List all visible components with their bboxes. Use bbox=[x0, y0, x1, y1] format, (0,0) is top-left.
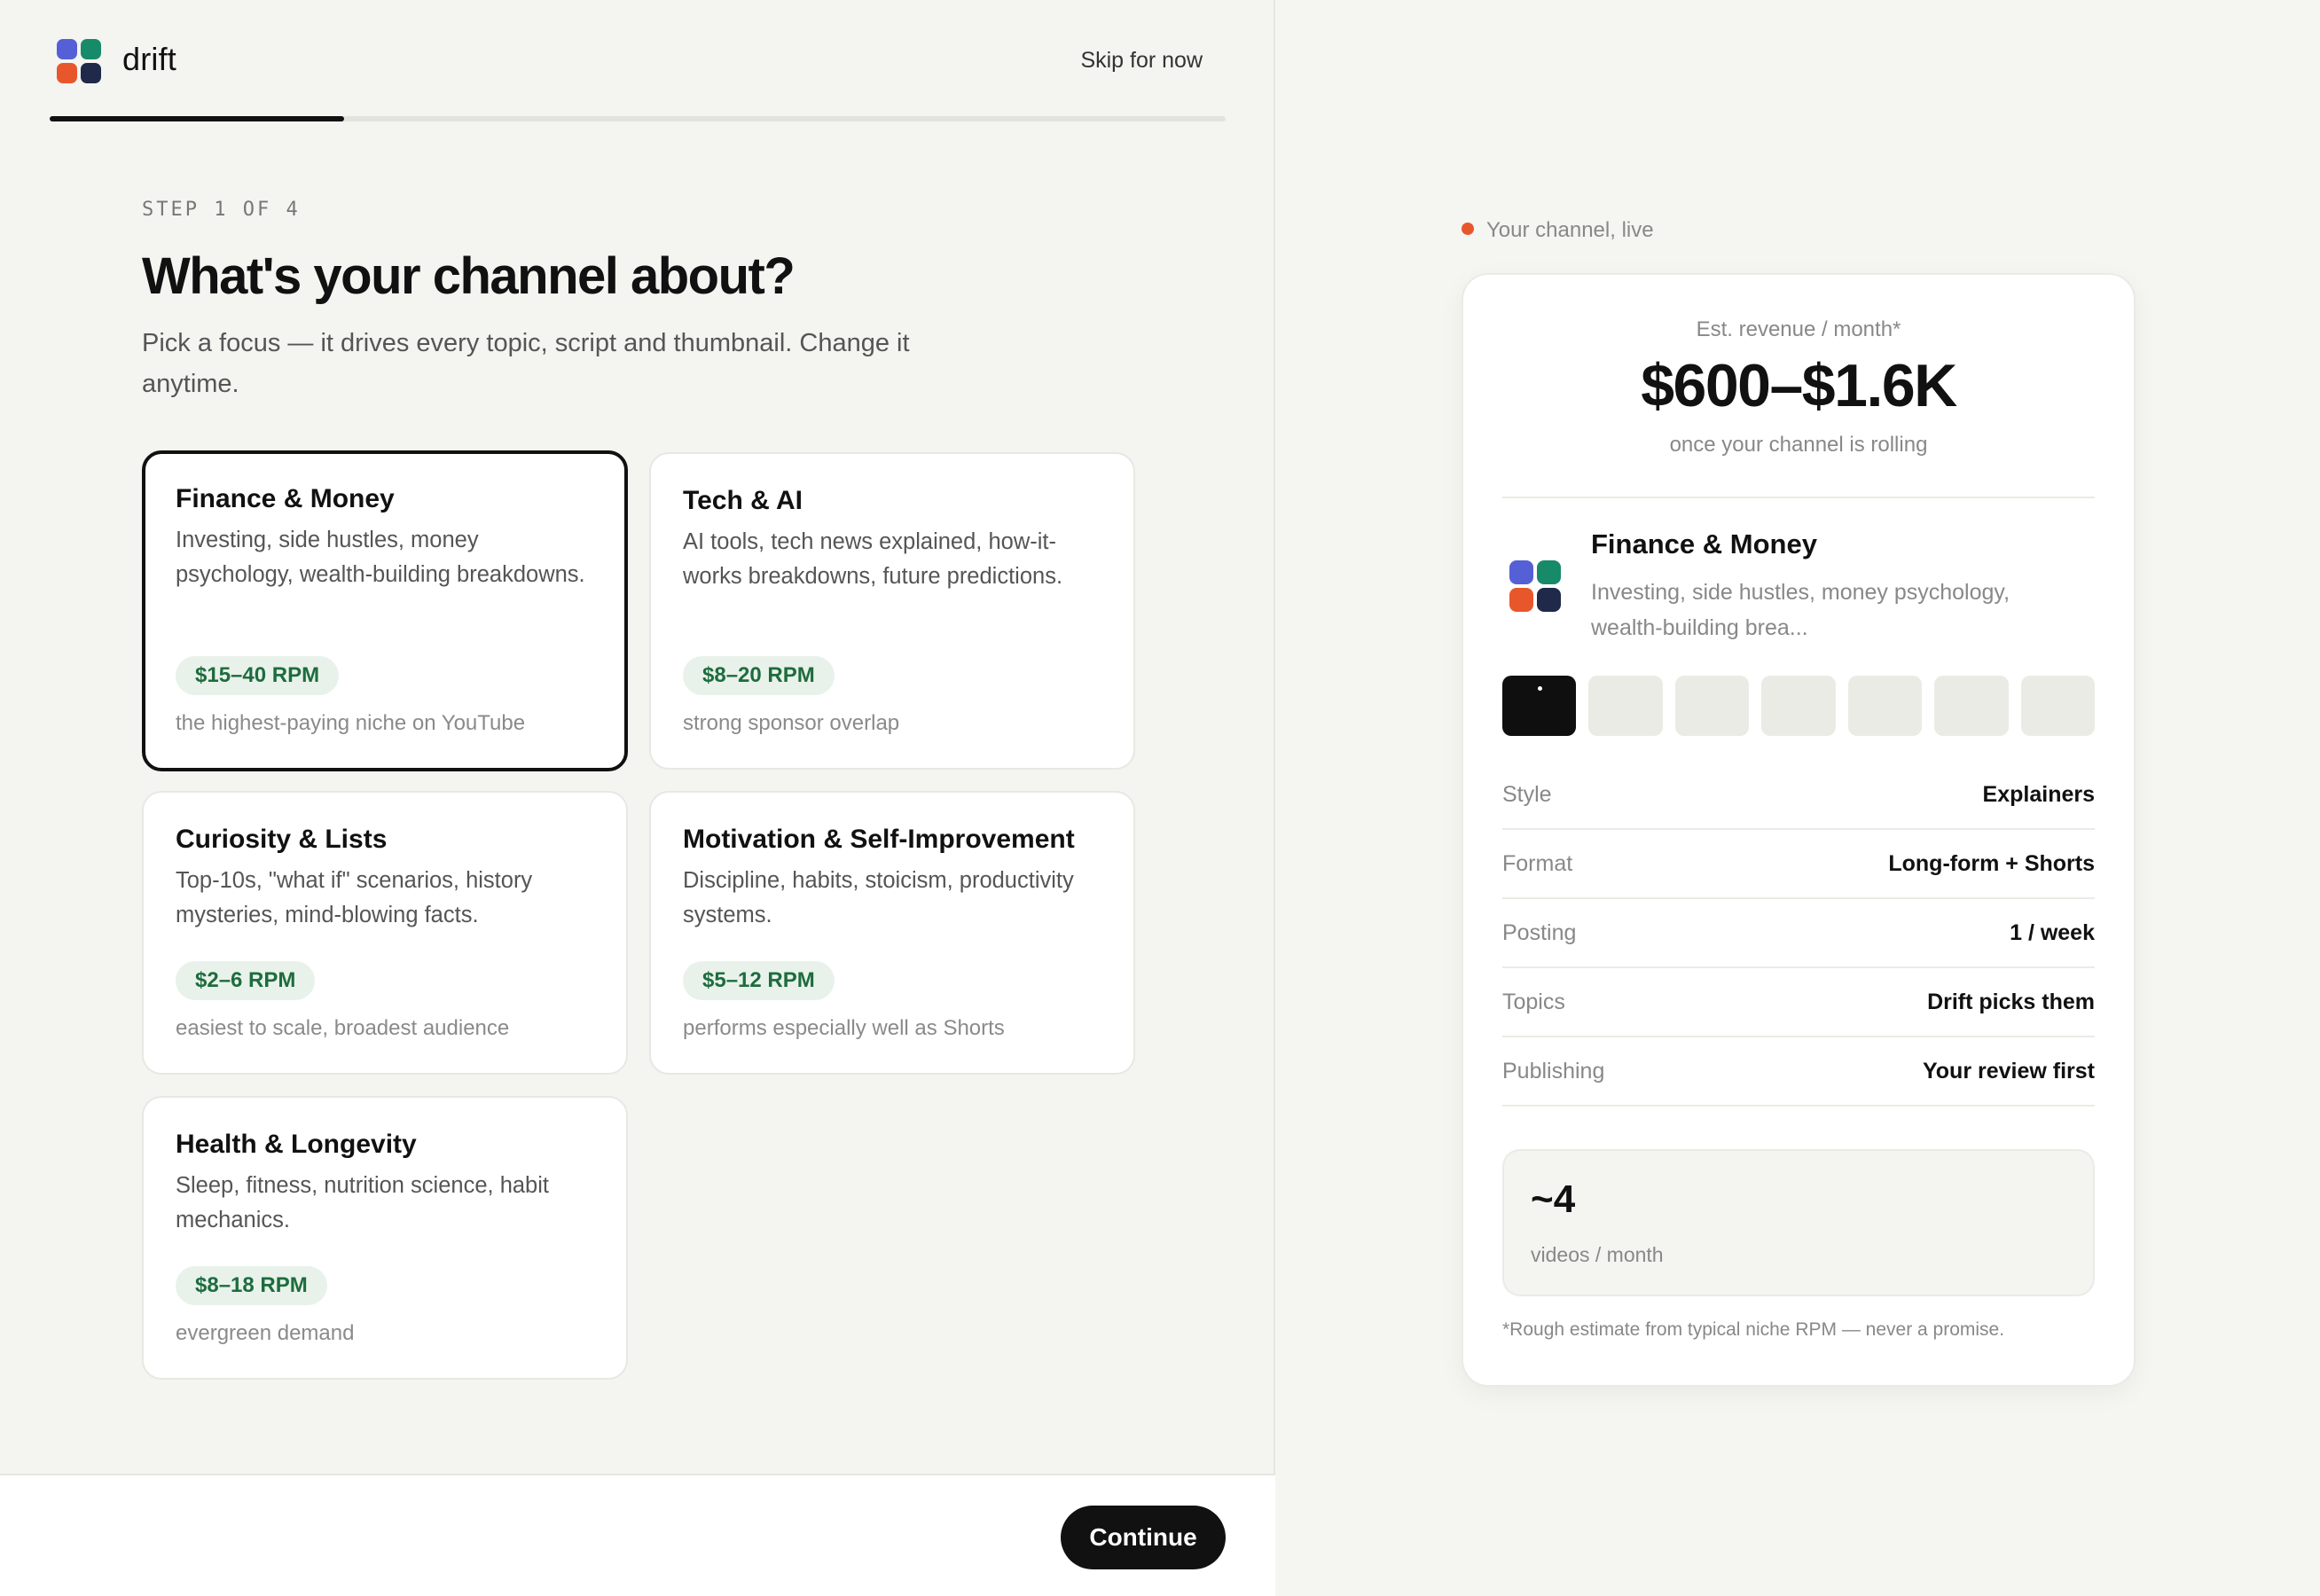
niche-card-finance[interactable]: Finance & Money Investing, side hustles,… bbox=[142, 450, 628, 771]
detail-row-format: Format Long-form + Shorts bbox=[1502, 830, 2095, 899]
continue-button[interactable]: Continue bbox=[1061, 1506, 1226, 1569]
thumbnail-strip bbox=[1502, 676, 2095, 736]
niche-card-tech[interactable]: Tech & AI AI tools, tech news explained,… bbox=[649, 452, 1135, 770]
detail-value: Your review first bbox=[1922, 1059, 2095, 1084]
channel-logo-icon bbox=[1509, 560, 1561, 612]
rpm-badge: $5–12 RPM bbox=[683, 961, 835, 1000]
detail-row-publishing: Publishing Your review first bbox=[1502, 1037, 2095, 1107]
step-indicator: STEP 1 OF 4 bbox=[142, 199, 301, 221]
top-bar: drift Skip for now bbox=[50, 35, 1226, 89]
rpm-badge: $8–18 RPM bbox=[176, 1266, 327, 1305]
detail-value: 1 / week bbox=[2010, 920, 2095, 945]
revenue-subtext: once your channel is rolling bbox=[1669, 433, 1928, 457]
disclaimer: *Rough estimate from typical niche RPM —… bbox=[1502, 1319, 2005, 1340]
niche-title: Finance & Money bbox=[176, 484, 395, 513]
channel-name: Finance & Money bbox=[1591, 528, 1817, 559]
niche-title: Motivation & Self-Improvement bbox=[683, 825, 1075, 854]
niche-description: Investing, side hustles, money psycholog… bbox=[176, 528, 585, 587]
niche-card-curiosity[interactable]: Curiosity & Lists Top-10s, "what if" sce… bbox=[142, 791, 628, 1075]
niche-note: strong sponsor overlap bbox=[683, 711, 900, 735]
divider bbox=[1502, 497, 2095, 498]
niche-description: Sleep, fitness, nutrition science, habit… bbox=[176, 1173, 549, 1232]
detail-value: Drift picks them bbox=[1927, 990, 2095, 1014]
drift-logo-icon bbox=[57, 39, 101, 83]
revenue-label: Est. revenue / month* bbox=[1696, 317, 1901, 341]
videos-per-month-stat: ~4 videos / month bbox=[1502, 1149, 2095, 1296]
brand-name: drift bbox=[122, 41, 177, 77]
detail-value: Long-form + Shorts bbox=[1888, 851, 2095, 876]
skip-button[interactable]: Skip for now bbox=[1080, 48, 1203, 74]
niche-note: evergreen demand bbox=[176, 1321, 355, 1345]
niche-card-health[interactable]: Health & Longevity Sleep, fitness, nutri… bbox=[142, 1096, 628, 1380]
niche-description: Discipline, habits, stoicism, productivi… bbox=[683, 868, 1074, 927]
detail-row-posting: Posting 1 / week bbox=[1502, 899, 2095, 968]
niche-description: Top-10s, "what if" scenarios, history my… bbox=[176, 868, 533, 927]
niche-title: Tech & AI bbox=[683, 486, 803, 515]
live-label: Your channel, live bbox=[1486, 218, 1654, 242]
niche-note: performs especially well as Shorts bbox=[683, 1016, 1005, 1040]
rpm-badge: $15–40 RPM bbox=[176, 656, 340, 695]
footer-bar: Continue bbox=[0, 1474, 1275, 1596]
progress-fill bbox=[50, 116, 344, 121]
thumbnail-slot bbox=[2020, 676, 2095, 736]
stat-label: videos / month bbox=[1531, 1243, 1664, 1266]
niche-note: the highest-paying niche on YouTube bbox=[176, 711, 526, 735]
niche-description: AI tools, tech news explained, how-it-wo… bbox=[683, 529, 1063, 589]
niche-title: Health & Longevity bbox=[176, 1130, 417, 1159]
rpm-badge: $8–20 RPM bbox=[683, 656, 835, 695]
detail-key: Posting bbox=[1502, 920, 1577, 945]
thumbnail-slot bbox=[1847, 676, 1923, 736]
thumbnail-slot bbox=[1934, 676, 2009, 736]
page-title: What's your channel about? bbox=[142, 247, 796, 305]
detail-key: Format bbox=[1502, 851, 1573, 876]
detail-row-topics: Topics Drift picks them bbox=[1502, 968, 2095, 1037]
niche-title: Curiosity & Lists bbox=[176, 825, 388, 854]
live-indicator: Your channel, live bbox=[1462, 218, 1654, 243]
onboarding-panel: drift Skip for now STEP 1 OF 4 What's yo… bbox=[0, 0, 1275, 1596]
stat-value: ~4 bbox=[1531, 1177, 1576, 1221]
niche-card-motivation[interactable]: Motivation & Self-Improvement Discipline… bbox=[649, 791, 1135, 1075]
revenue-value: $600–$1.6K bbox=[1641, 352, 1957, 419]
channel-preview-card: Est. revenue / month* $600–$1.6K once yo… bbox=[1462, 273, 2136, 1387]
thumbnail-slot bbox=[1502, 676, 1577, 736]
channel-description: Investing, side hustles, money psycholog… bbox=[1591, 580, 2010, 640]
detail-key: Style bbox=[1502, 782, 1552, 807]
detail-key: Publishing bbox=[1502, 1059, 1605, 1084]
thumbnail-slot bbox=[1761, 676, 1836, 736]
thumbnail-slot bbox=[1588, 676, 1663, 736]
detail-value: Explainers bbox=[1982, 782, 2095, 807]
progress-bar bbox=[50, 116, 1226, 121]
thumbnail-slot bbox=[1674, 676, 1750, 736]
niche-note: easiest to scale, broadest audience bbox=[176, 1016, 510, 1040]
page-subtitle: Pick a focus — it drives every topic, sc… bbox=[142, 329, 910, 398]
rpm-badge: $2–6 RPM bbox=[176, 961, 316, 1000]
detail-key: Topics bbox=[1502, 990, 1565, 1014]
detail-row-style: Style Explainers bbox=[1502, 761, 2095, 830]
live-dot-icon bbox=[1462, 223, 1474, 235]
